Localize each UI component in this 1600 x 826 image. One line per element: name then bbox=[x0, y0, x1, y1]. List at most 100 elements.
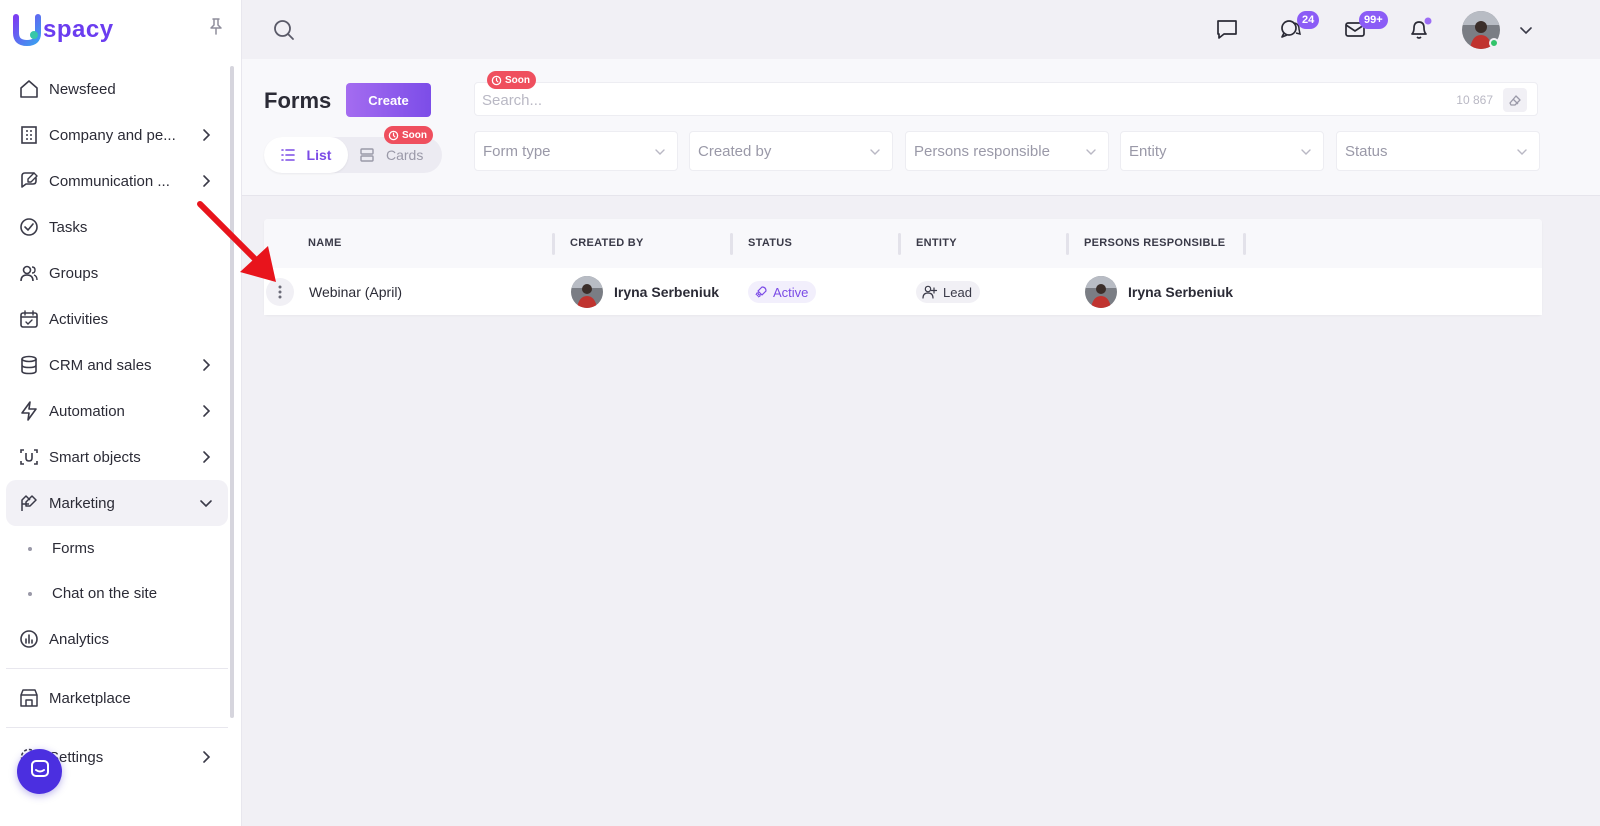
bell-icon[interactable] bbox=[1406, 16, 1432, 42]
clear-search-button[interactable] bbox=[1503, 88, 1527, 112]
sidebar-scrollbar[interactable] bbox=[230, 66, 234, 718]
lightning-icon bbox=[18, 400, 40, 422]
cards-icon bbox=[360, 148, 374, 162]
created-by-name[interactable]: Iryna Serbeniuk bbox=[614, 284, 719, 300]
chevron-right-icon bbox=[198, 127, 214, 143]
create-button[interactable]: Create bbox=[346, 83, 431, 117]
filter-created-by[interactable]: Created by bbox=[689, 131, 893, 171]
clock-icon bbox=[388, 130, 399, 140]
filter-persons-responsible[interactable]: Persons responsible bbox=[905, 131, 1109, 171]
sidebar-item-label: Smart objects bbox=[49, 448, 141, 466]
sidebar-item-label: Analytics bbox=[49, 630, 110, 648]
online-status-indicator bbox=[1489, 38, 1499, 48]
sidebar-item-label: CRM and sales bbox=[49, 356, 152, 374]
chevron-down-icon bbox=[198, 495, 214, 511]
pin-icon[interactable] bbox=[206, 16, 226, 36]
pie-chart-icon bbox=[18, 628, 40, 650]
chevron-right-icon bbox=[198, 403, 214, 419]
avatar[interactable] bbox=[1085, 276, 1117, 308]
chevron-down-icon bbox=[868, 145, 882, 159]
search-result-count: 10 867 bbox=[1456, 93, 1493, 107]
chevron-right-icon bbox=[198, 749, 214, 765]
sidebar-item-activities[interactable]: Activities bbox=[6, 296, 228, 342]
column-header-persons-responsible[interactable]: PERSONS RESPONSIBLE bbox=[1084, 237, 1225, 249]
table-row[interactable]: Webinar (April) Iryna Serbeniuk Active L… bbox=[264, 268, 1542, 315]
megaphone-icon bbox=[18, 492, 40, 514]
sidebar-item-label: Activities bbox=[49, 310, 109, 328]
sidebar-item-label: Communication ... bbox=[49, 172, 170, 190]
user-plus-icon bbox=[922, 285, 938, 299]
sidebar-item-marketplace[interactable]: Marketplace bbox=[6, 675, 228, 721]
filter-form-type[interactable]: Form type bbox=[474, 131, 678, 171]
sidebar-item-automation[interactable]: Automation bbox=[6, 388, 228, 434]
sidebar-item-label: Marketing bbox=[49, 494, 115, 512]
sidebar-subitem-forms[interactable]: Forms bbox=[6, 526, 228, 571]
sidebar-item-newsfeed[interactable]: Newsfeed bbox=[6, 66, 228, 112]
chevron-right-icon bbox=[198, 449, 214, 465]
sidebar-item-tasks[interactable]: Tasks bbox=[6, 204, 228, 250]
column-resize-handle[interactable] bbox=[898, 233, 901, 255]
chevron-down-icon[interactable] bbox=[1518, 22, 1534, 38]
search-box: 10 867 bbox=[474, 82, 1538, 116]
soon-label: Soon bbox=[505, 74, 530, 86]
sidebar-item-analytics[interactable]: Analytics bbox=[6, 616, 228, 662]
soon-label: Soon bbox=[402, 129, 427, 141]
filter-label: Persons responsible bbox=[914, 142, 1050, 160]
view-list-button[interactable]: List bbox=[264, 137, 348, 173]
column-resize-handle[interactable] bbox=[730, 233, 733, 255]
users-icon bbox=[18, 262, 40, 284]
list-icon bbox=[280, 149, 295, 161]
soon-badge: Soon bbox=[384, 126, 433, 144]
filter-entity[interactable]: Entity bbox=[1120, 131, 1324, 171]
mail-badge: 99+ bbox=[1359, 11, 1388, 29]
eraser-icon bbox=[1509, 95, 1521, 106]
sidebar-item-label: Tasks bbox=[49, 218, 88, 236]
soon-badge: Soon bbox=[487, 71, 536, 89]
search-icon[interactable] bbox=[272, 18, 296, 42]
form-name[interactable]: Webinar (April) bbox=[309, 284, 402, 300]
chevron-down-icon bbox=[1299, 145, 1313, 159]
column-resize-handle[interactable] bbox=[1243, 233, 1246, 255]
sidebar-item-smart-objects[interactable]: Smart objects bbox=[6, 434, 228, 480]
bullet-icon bbox=[28, 546, 32, 551]
column-resize-handle[interactable] bbox=[552, 233, 555, 255]
responsible-name[interactable]: Iryna Serbeniuk bbox=[1128, 284, 1233, 300]
sidebar-item-marketing[interactable]: Marketing bbox=[6, 480, 228, 526]
sidebar-item-label: Marketplace bbox=[49, 689, 131, 707]
filter-label: Created by bbox=[698, 142, 772, 160]
search-input[interactable] bbox=[482, 89, 1382, 111]
clock-icon bbox=[491, 75, 502, 85]
sidebar-nav: Newsfeed Company and pe... Communication… bbox=[6, 66, 228, 780]
avatar[interactable] bbox=[571, 276, 603, 308]
sidebar-item-crm[interactable]: CRM and sales bbox=[6, 342, 228, 388]
column-header-created-by[interactable]: CREATED BY bbox=[570, 237, 644, 249]
support-chat-button[interactable] bbox=[17, 749, 62, 794]
chats-badge: 24 bbox=[1297, 11, 1320, 29]
sidebar-item-label: Company and pe... bbox=[49, 126, 176, 144]
more-vertical-icon bbox=[278, 285, 282, 299]
entity-label: Lead bbox=[943, 284, 972, 300]
chevron-right-icon bbox=[198, 357, 214, 373]
sidebar-item-company[interactable]: Company and pe... bbox=[6, 112, 228, 158]
column-header-entity[interactable]: ENTITY bbox=[916, 237, 957, 249]
chat-edit-icon bbox=[18, 170, 40, 192]
sidebar-subitem-chat-on-site[interactable]: Chat on the site bbox=[6, 571, 228, 616]
chat-bubble-icon bbox=[28, 757, 52, 786]
column-header-name[interactable]: NAME bbox=[308, 237, 342, 249]
sidebar-item-groups[interactable]: Groups bbox=[6, 250, 228, 296]
filter-label: Form type bbox=[483, 142, 551, 160]
column-resize-handle[interactable] bbox=[1066, 233, 1069, 255]
view-list-label: List bbox=[306, 147, 332, 163]
message-icon[interactable] bbox=[1214, 16, 1240, 42]
status-badge: Active bbox=[748, 281, 817, 303]
sidebar-item-communication[interactable]: Communication ... bbox=[6, 158, 228, 204]
store-icon bbox=[18, 687, 40, 709]
view-cards-label: Cards bbox=[386, 147, 424, 163]
column-header-status[interactable]: STATUS bbox=[748, 237, 792, 249]
chevron-right-icon bbox=[198, 173, 214, 189]
table-header: NAME CREATED BY STATUS ENTITY PERSONS RE… bbox=[264, 219, 1542, 268]
filter-status[interactable]: Status bbox=[1336, 131, 1540, 171]
sidebar-item-label: Groups bbox=[49, 264, 99, 282]
brand-name: spacy bbox=[43, 16, 114, 43]
brand-logo[interactable]: spacy bbox=[12, 10, 114, 50]
